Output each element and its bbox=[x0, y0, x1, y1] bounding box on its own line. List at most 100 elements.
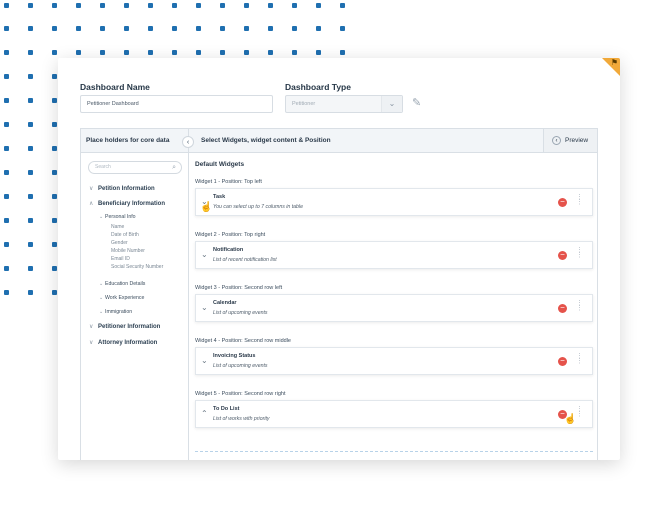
decorative-dot bbox=[4, 26, 9, 31]
decorative-dot bbox=[4, 218, 9, 223]
tree-field-date-of-birth[interactable]: Date of Birth bbox=[111, 232, 139, 238]
remove-widget-button[interactable]: − bbox=[558, 304, 567, 313]
decorative-dot bbox=[340, 3, 345, 8]
tree-item-work-experience[interactable]: ⌄ Work Experience bbox=[99, 295, 144, 301]
chevron-down-icon: ∨ bbox=[89, 186, 94, 192]
decorative-dot bbox=[52, 3, 57, 8]
decorative-dot bbox=[148, 3, 153, 8]
widget-name: Notification bbox=[213, 247, 244, 253]
widget-card-invoicing-status[interactable]: ⌄ Invoicing Status List of upcoming even… bbox=[195, 347, 593, 375]
decorative-dot bbox=[4, 3, 9, 8]
widget-card-notification[interactable]: ⌄ Notification List of recent notificati… bbox=[195, 241, 593, 269]
chevron-down-icon[interactable]: ⌄ bbox=[201, 250, 208, 259]
chevron-down-icon: ⌄ bbox=[381, 96, 402, 112]
tree-item-education-details[interactable]: ⌄ Education Details bbox=[99, 281, 145, 287]
decorative-dot bbox=[244, 50, 249, 55]
widget-description: List of upcoming events bbox=[213, 310, 268, 316]
dashboard-type-label: Dashboard Type bbox=[285, 82, 351, 92]
placeholders-panel-title: Place holders for core data bbox=[81, 129, 189, 153]
tree-field-email-id[interactable]: Email ID bbox=[111, 256, 130, 262]
decorative-dot bbox=[52, 194, 57, 199]
tree-field-name[interactable]: Name bbox=[111, 224, 124, 230]
collapse-panel-button[interactable]: ‹ bbox=[182, 136, 194, 148]
decorative-dot bbox=[124, 3, 129, 8]
decorative-dot bbox=[28, 218, 33, 223]
widget-name: Invoicing Status bbox=[213, 353, 256, 359]
widget-position-label: Widget 5 - Position: Second row right bbox=[195, 391, 286, 397]
decorative-dot bbox=[316, 26, 321, 31]
decorative-dot bbox=[28, 50, 33, 55]
widget-position-label: Widget 3 - Position: Second row left bbox=[195, 285, 283, 291]
chevron-up-icon[interactable]: ⌃ bbox=[201, 409, 208, 418]
remove-widget-button[interactable]: − bbox=[558, 357, 567, 366]
placeholder-search-input[interactable]: Search ⌕ bbox=[88, 161, 182, 174]
tree-item-attorney-information[interactable]: ∨ Attorney Information bbox=[89, 339, 157, 346]
dashboard-name-label: Dashboard Name bbox=[80, 82, 150, 92]
decorative-dot bbox=[52, 50, 57, 55]
decorative-dot bbox=[4, 242, 9, 247]
widget-card-to-do-list[interactable]: ⌃ To Do List List of works with priority… bbox=[195, 400, 593, 428]
chevron-down-icon[interactable]: ⌄ bbox=[201, 356, 208, 365]
drag-handle-icon[interactable]: ⋮ ⋮ bbox=[576, 353, 583, 365]
tree-field-social-security-number[interactable]: Social Security Number bbox=[111, 264, 163, 270]
mouse-pointer-icon: ☝ bbox=[564, 414, 577, 425]
decorative-dot bbox=[4, 122, 9, 127]
dashboard-name-input[interactable]: Petitioner Dashboard bbox=[80, 95, 273, 113]
decorative-dot bbox=[124, 26, 129, 31]
widgets-panel-header: Select Widgets, widget content & Positio… bbox=[189, 129, 597, 153]
decorative-dot bbox=[244, 26, 249, 31]
chevron-down-icon: ∨ bbox=[89, 340, 94, 346]
decorative-dot bbox=[220, 3, 225, 8]
decorative-dot bbox=[52, 98, 57, 103]
decorative-dot bbox=[340, 26, 345, 31]
chevron-left-icon: ‹ bbox=[552, 135, 561, 145]
decorative-dot bbox=[196, 3, 201, 8]
placeholders-panel: Place holders for core data Search ⌕ ∨ Pe… bbox=[80, 128, 189, 460]
decorative-dot bbox=[4, 194, 9, 199]
chevron-down-icon[interactable]: ⌄ bbox=[201, 303, 208, 312]
pencil-icon[interactable]: ✎ bbox=[412, 96, 421, 109]
decorative-dot bbox=[148, 50, 153, 55]
tree-field-gender[interactable]: Gender bbox=[111, 240, 128, 246]
dashboard-type-select[interactable]: Petitioner ⌄ bbox=[285, 95, 403, 113]
decorative-dot bbox=[148, 26, 153, 31]
tree-item-immigration[interactable]: ⌄ Immigration bbox=[99, 309, 132, 315]
decorative-dot bbox=[52, 266, 57, 271]
decorative-dot bbox=[172, 3, 177, 8]
decorative-dot bbox=[196, 26, 201, 31]
decorative-dot bbox=[172, 26, 177, 31]
widgets-panel: Select Widgets, widget content & Positio… bbox=[188, 128, 598, 460]
search-icon: ⌕ bbox=[172, 164, 176, 171]
tree-item-personal-info[interactable]: ⌄ Personal Info bbox=[99, 214, 136, 220]
decorative-dot bbox=[28, 194, 33, 199]
decorative-dot bbox=[100, 3, 105, 8]
drag-handle-icon[interactable]: ⋮ ⋮ bbox=[576, 300, 583, 312]
remove-widget-button[interactable]: − bbox=[558, 251, 567, 260]
drop-zone-divider bbox=[195, 451, 593, 452]
decorative-dot bbox=[28, 74, 33, 79]
decorative-dot bbox=[28, 146, 33, 151]
chevron-down-icon: ∨ bbox=[89, 324, 94, 330]
decorative-dot bbox=[28, 290, 33, 295]
tree-item-beneficiary-information[interactable]: ∧ Beneficiary Information bbox=[89, 200, 165, 207]
widget-card-task[interactable]: ⌄ Task You can select up to 7 columns in… bbox=[195, 188, 593, 216]
drag-handle-icon[interactable]: ⋮ ⋮ bbox=[576, 194, 583, 206]
decorative-dot bbox=[28, 3, 33, 8]
tree-field-mobile-number[interactable]: Mobile Number bbox=[111, 248, 145, 254]
drag-handle-icon[interactable]: ⋮ ⋮ bbox=[576, 247, 583, 259]
widget-card-calendar[interactable]: ⌄ Calendar List of upcoming events − ⋮ ⋮ bbox=[195, 294, 593, 322]
decorative-dot bbox=[52, 218, 57, 223]
tree-item-petition-information[interactable]: ∨ Petition Information bbox=[89, 185, 155, 192]
decorative-dot bbox=[292, 3, 297, 8]
decorative-dot bbox=[4, 266, 9, 271]
remove-widget-button[interactable]: − bbox=[558, 198, 567, 207]
widget-position-label: Widget 4 - Position: Second row middle bbox=[195, 338, 291, 344]
preview-button[interactable]: ‹ Preview bbox=[543, 129, 597, 152]
drag-handle-icon[interactable]: ⋮ ⋮ bbox=[576, 406, 583, 418]
widget-name: To Do List bbox=[213, 406, 240, 412]
widget-description: You can select up to 7 columns in table bbox=[213, 204, 303, 210]
decorative-dot bbox=[268, 26, 273, 31]
decorative-dot bbox=[76, 26, 81, 31]
tree-item-petitioner-information[interactable]: ∨ Petitioner Information bbox=[89, 323, 160, 330]
decorative-dot bbox=[292, 50, 297, 55]
